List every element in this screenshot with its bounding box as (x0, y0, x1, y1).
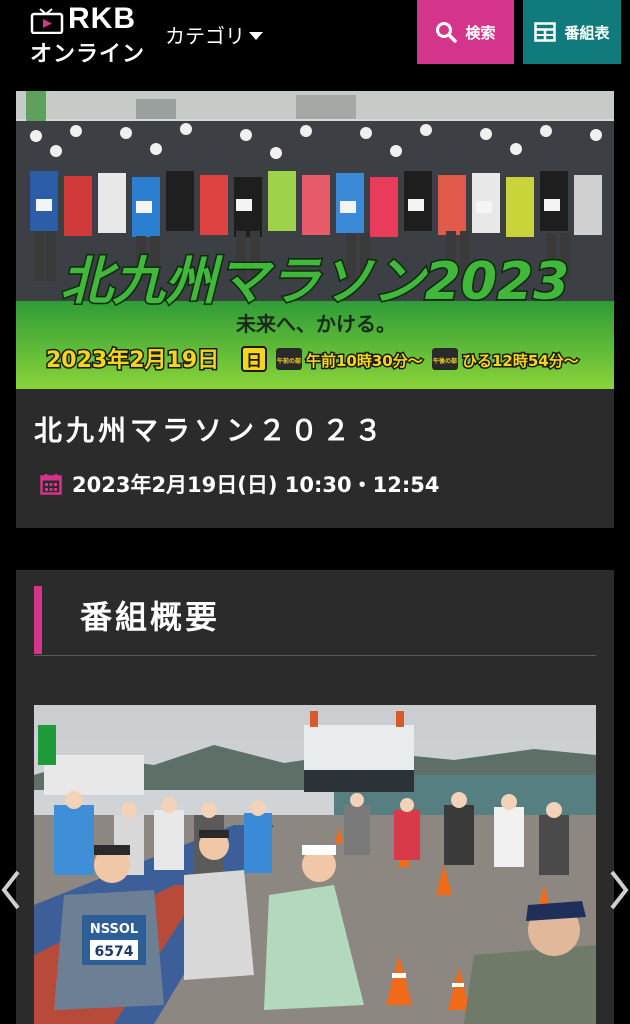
program-title[interactable]: 北九州マラソン２０２３ (34, 409, 386, 449)
banner-title: 北九州マラソン2023 (61, 252, 570, 312)
banner-date: 2023年2月19日 (46, 347, 219, 373)
schedule-button[interactable]: 番組表 (523, 0, 621, 64)
schedule-button-label: 番組表 (564, 23, 610, 42)
photo-bib-number: 6574 (95, 944, 134, 960)
category-menu[interactable]: カテゴリ (165, 20, 263, 49)
logo-rkb-text: RKB (68, 2, 136, 35)
tv-icon (30, 8, 64, 34)
banner-time2-tag: 午後の部 (433, 357, 457, 365)
program-datetime-text: 2023年2月19日(日) 10:30・12:54 (72, 473, 440, 497)
section-heading: 番組概要 (80, 598, 221, 636)
site-logo[interactable]: RKB オンライン (30, 2, 145, 67)
logo-online-text: オンライン (30, 42, 146, 67)
photo-bib-sponsor: NSSOL (90, 922, 138, 937)
section-accent-bar (34, 586, 42, 654)
program-datetime: 2023年2月19日(日) 10:30・12:54 (40, 469, 439, 499)
search-button-label: 検索 (465, 23, 496, 42)
banner-tagline: 未来へ、かける。 (236, 312, 396, 336)
program-card[interactable]: 北九州マラソン2023 未来へ、かける。 2023年2月19日 日 午前の部 午… (16, 91, 614, 528)
banner-time2: ひる12時54分～ (462, 352, 579, 370)
grid-icon (534, 22, 557, 42)
overview-card: 番組概要 6574 NSSOL (16, 570, 614, 1024)
banner-time1-tag: 午前の部 (277, 357, 301, 365)
carousel-prev-icon[interactable] (0, 868, 24, 912)
calendar-icon (40, 474, 62, 495)
search-button[interactable]: 検索 (417, 0, 514, 64)
caret-down-icon (249, 31, 263, 40)
site-header: RKB オンライン カテゴリ 検索 番組表 (0, 0, 630, 72)
banner-weekday: 日 (246, 351, 262, 370)
search-icon (436, 22, 458, 43)
category-label: カテゴリ (165, 24, 245, 48)
overview-photo[interactable]: 6574 NSSOL (34, 705, 596, 1024)
program-banner-image[interactable]: 北九州マラソン2023 未来へ、かける。 2023年2月19日 日 午前の部 午… (16, 91, 614, 389)
section-divider (34, 655, 596, 656)
banner-time1: 午前10時30分～ (306, 352, 423, 370)
carousel-next-icon[interactable] (606, 868, 630, 912)
